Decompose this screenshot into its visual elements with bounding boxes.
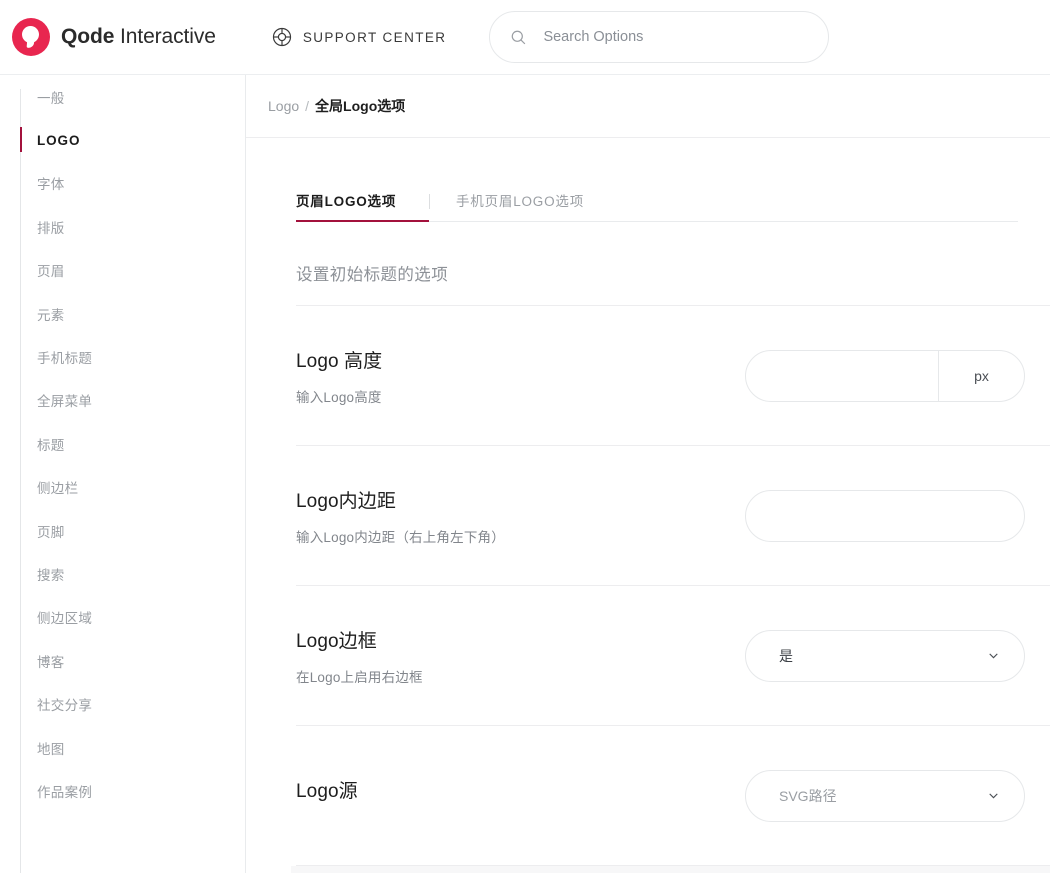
logo-height-control[interactable]: px bbox=[745, 349, 1025, 402]
section-title: 设置初始标题的选项 bbox=[296, 261, 1050, 306]
sidebar-item-list: 一般 LOGO 字体排版页眉元素手机标题全屏菜单标题侧边栏页脚搜索侧边区域博客社交分… bbox=[0, 75, 245, 813]
breadcrumb-current: 全局Logo选项 bbox=[315, 98, 406, 114]
sidebar-item-label: 标题 bbox=[37, 437, 65, 453]
sidebar-item-1[interactable]: LOGO bbox=[0, 118, 245, 161]
lifebuoy-icon bbox=[271, 26, 293, 48]
tab-header-logo-options[interactable]: 页眉LOGO选项 bbox=[296, 190, 429, 222]
field-control-logo-source: SVG路径 bbox=[745, 769, 1025, 822]
sidebar-item-14[interactable]: 社交分享 bbox=[0, 682, 245, 725]
field-title: Logo 高度 bbox=[296, 350, 383, 372]
breadcrumb-parent[interactable]: Logo bbox=[268, 98, 299, 114]
tab-bar: 页眉LOGO选项 手机页眉LOGO选项 bbox=[296, 184, 1018, 222]
support-center-label: SUPPORT CENTER bbox=[302, 29, 447, 45]
qode-logo-icon bbox=[12, 18, 50, 56]
sidebar-item-label: 博客 bbox=[37, 654, 65, 670]
sidebar-item-4[interactable]: 页眉 bbox=[0, 249, 245, 292]
sidebar-item-9[interactable]: 侧边栏 bbox=[0, 466, 245, 509]
sidebar-item-13[interactable]: 博客 bbox=[0, 639, 245, 682]
sidebar-item-label: 作品案例 bbox=[37, 784, 93, 800]
logo-height-unit-label: px bbox=[938, 350, 1024, 401]
bottom-section-band bbox=[291, 866, 1050, 873]
sidebar-item-10[interactable]: 页脚 bbox=[0, 509, 245, 552]
tab-mobile-header-logo-options[interactable]: 手机页眉LOGO选项 bbox=[456, 190, 584, 221]
field-label-logo-source: Logo源 bbox=[296, 776, 716, 816]
sidebar-item-2[interactable]: 字体 bbox=[0, 162, 245, 205]
field-title: Logo源 bbox=[296, 780, 358, 802]
sidebar-item-label: 元素 bbox=[37, 307, 65, 323]
logo-border-select[interactable]: 是 bbox=[745, 629, 1025, 682]
field-control-logo-border: 是 bbox=[745, 629, 1025, 682]
brand-name-bold: Qode bbox=[61, 25, 115, 48]
sidebar-item-6[interactable]: 手机标题 bbox=[0, 335, 245, 378]
sidebar-item-8[interactable]: 标题 bbox=[0, 422, 245, 465]
sidebar-item-0[interactable]: 一般 bbox=[0, 75, 245, 118]
breadcrumb: Logo / 全局Logo选项 bbox=[246, 75, 1050, 138]
field-description: 输入Logo高度 bbox=[296, 389, 382, 405]
sidebar-item-label: 页眉 bbox=[37, 264, 65, 280]
field-row-logo-border: Logo边框 在Logo上启用右边框 是 bbox=[296, 586, 1050, 726]
logo-border-selected-value: 是 bbox=[779, 647, 793, 664]
main-content: Logo / 全局Logo选项 页眉LOGO选项 手机页眉LOGO选项 设置初始… bbox=[246, 75, 1050, 873]
brand-name: Qode Interactive bbox=[61, 25, 216, 49]
sidebar-item-5[interactable]: 元素 bbox=[0, 292, 245, 335]
field-row-logo-source: Logo源 SVG路径 bbox=[296, 726, 1050, 866]
top-header-bar: Qode Interactive SUPPORT CENTER bbox=[0, 0, 1050, 75]
tab-separator bbox=[429, 194, 430, 209]
search-input[interactable] bbox=[541, 28, 792, 46]
logo-padding-input[interactable] bbox=[746, 507, 1024, 524]
sidebar-item-label: LOGO bbox=[37, 132, 81, 148]
sidebar-item-label: 页脚 bbox=[37, 524, 65, 540]
sidebar-nav: 一般 LOGO 字体排版页眉元素手机标题全屏菜单标题侧边栏页脚搜索侧边区域博客社交分… bbox=[0, 75, 246, 873]
sidebar-item-7[interactable]: 全屏菜单 bbox=[0, 379, 245, 422]
sidebar-item-15[interactable]: 地图 bbox=[0, 726, 245, 769]
search-options-box[interactable] bbox=[489, 11, 830, 63]
field-label-logo-height: Logo 高度 输入Logo高度 bbox=[296, 346, 716, 406]
field-row-logo-height: Logo 高度 输入Logo高度 px bbox=[296, 306, 1050, 446]
logo-padding-control[interactable] bbox=[745, 489, 1025, 542]
sidebar-item-12[interactable]: 侧边区域 bbox=[0, 596, 245, 639]
brand-logo[interactable]: Qode Interactive bbox=[12, 18, 216, 56]
sidebar-item-3[interactable]: 排版 bbox=[0, 205, 245, 248]
field-title: Logo内边距 bbox=[296, 490, 396, 512]
sidebar-item-label: 字体 bbox=[37, 177, 65, 193]
sidebar-item-label: 侧边栏 bbox=[37, 481, 79, 497]
sidebar-item-label: 全屏菜单 bbox=[37, 394, 93, 410]
field-control-logo-padding bbox=[745, 489, 1025, 542]
sidebar-item-label: 手机标题 bbox=[37, 351, 93, 367]
field-label-logo-padding: Logo内边距 输入Logo内边距（右上角左下角） bbox=[296, 486, 716, 546]
sidebar-item-label: 排版 bbox=[37, 220, 65, 236]
chevron-down-icon bbox=[987, 789, 1000, 802]
field-description: 在Logo上启用右边框 bbox=[296, 669, 423, 685]
support-center-link[interactable]: SUPPORT CENTER bbox=[271, 26, 447, 48]
search-icon bbox=[510, 29, 527, 46]
logo-source-selected-value: SVG路径 bbox=[779, 787, 837, 804]
field-row-logo-padding: Logo内边距 输入Logo内边距（右上角左下角） bbox=[296, 446, 1050, 586]
field-description: 输入Logo内边距（右上角左下角） bbox=[296, 529, 505, 545]
field-control-logo-height: px bbox=[745, 349, 1025, 402]
sidebar-item-label: 地图 bbox=[37, 741, 65, 757]
sidebar-item-label: 社交分享 bbox=[37, 698, 93, 714]
sidebar-item-11[interactable]: 搜索 bbox=[0, 552, 245, 595]
field-label-logo-border: Logo边框 在Logo上启用右边框 bbox=[296, 626, 716, 686]
sidebar-item-16[interactable]: 作品案例 bbox=[0, 769, 245, 812]
brand-name-light-text: Interactive bbox=[120, 25, 216, 48]
logo-height-input[interactable] bbox=[746, 350, 938, 401]
sidebar-item-label: 侧边区域 bbox=[37, 611, 93, 627]
sidebar-item-label: 一般 bbox=[37, 90, 65, 106]
chevron-down-icon bbox=[987, 649, 1000, 662]
logo-source-select[interactable]: SVG路径 bbox=[745, 769, 1025, 822]
breadcrumb-separator: / bbox=[305, 98, 310, 114]
sidebar-item-label: 搜索 bbox=[37, 567, 65, 583]
field-title: Logo边框 bbox=[296, 630, 377, 652]
